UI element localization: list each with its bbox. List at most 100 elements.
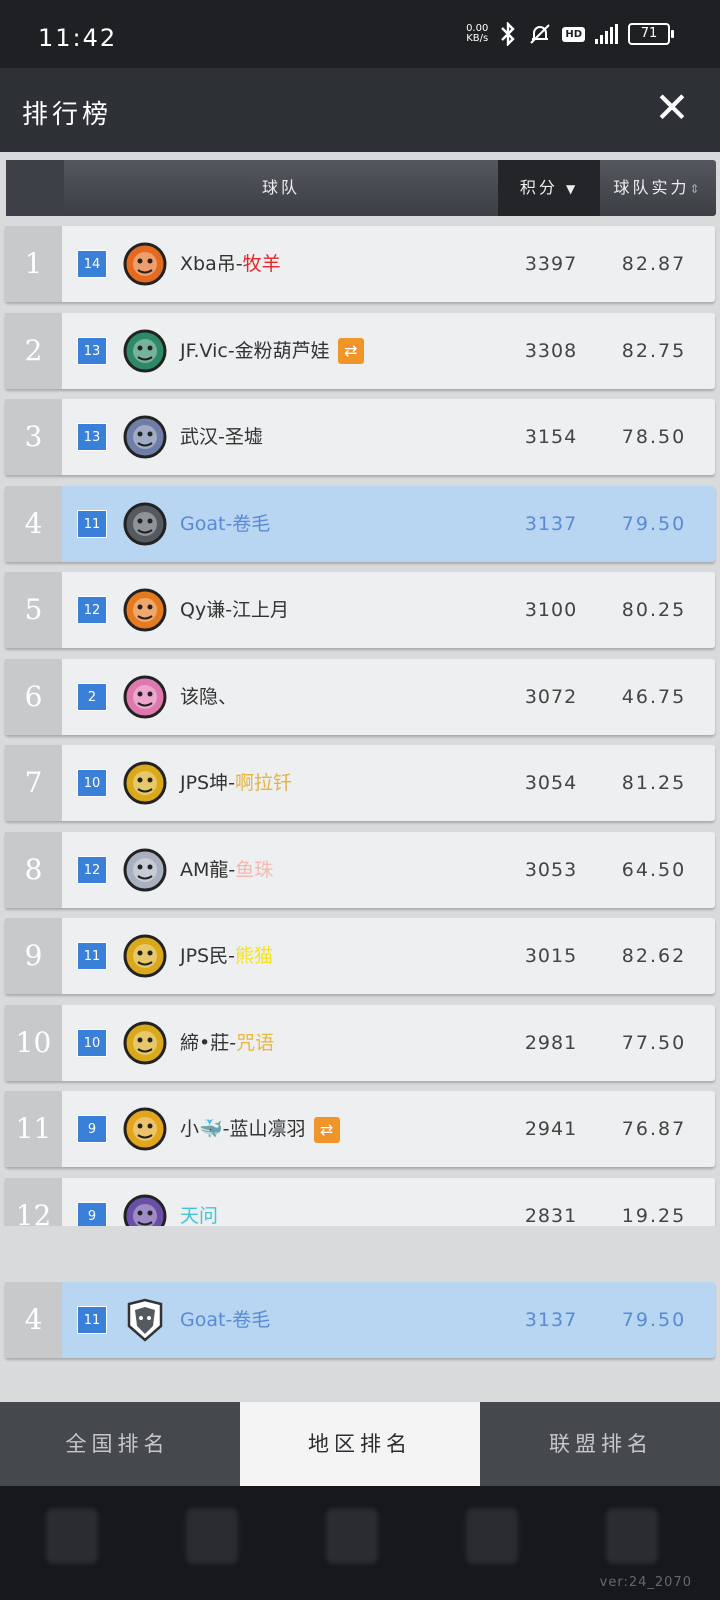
team-power: 78.50 xyxy=(621,426,687,448)
team-logo-icon xyxy=(123,675,167,718)
level-badge: 11 xyxy=(77,509,107,538)
rank-number: 7 xyxy=(5,745,62,821)
level-badge: 10 xyxy=(77,769,107,797)
team-name: Xba吊-牧羊 xyxy=(180,253,281,275)
table-row[interactable]: 10 10 締•莊-咒语 2981 77.50 xyxy=(5,1004,715,1081)
table-row[interactable]: 3 13 武汉-圣墟 3154 78.50 xyxy=(5,399,715,475)
tab-regional[interactable]: 地区排名 xyxy=(240,1402,480,1486)
team-power: 81.25 xyxy=(621,772,687,794)
team-score: 3054 xyxy=(524,772,578,794)
table-row[interactable]: 6 2 该隐、 3072 46.75 xyxy=(5,658,715,735)
team-logo-icon xyxy=(123,761,167,805)
team-score: 2941 xyxy=(524,1118,578,1140)
ranking-list[interactable]: 1 14 Xba吊-牧羊 3397 82.87 2 13 JF.Vic-金粉葫芦娃 ⇄ 3308 8… xyxy=(0,226,720,1226)
team-logo-icon xyxy=(123,242,167,286)
team-power: 46.75 xyxy=(621,685,687,708)
team-power: 77.50 xyxy=(621,1031,687,1054)
rank-number: 12 xyxy=(5,1177,62,1226)
power-column-header[interactable]: 球队实力⇕ xyxy=(600,160,716,216)
level-badge: 13 xyxy=(77,336,107,365)
rank-number: 6 xyxy=(5,658,62,735)
level-badge: 14 xyxy=(77,250,107,278)
nav-item-icon[interactable] xyxy=(46,1508,98,1564)
team-column-header: 球队 xyxy=(261,178,300,197)
clock: 11:42 xyxy=(38,24,118,52)
rank-number: 2 xyxy=(5,312,62,389)
rank-number: 8 xyxy=(5,831,62,908)
level-badge: 2 xyxy=(77,682,107,711)
version-label: ver:24_2070 xyxy=(599,1575,692,1590)
table-row[interactable]: 7 10 JPS坤-啊拉钎 3054 81.25 xyxy=(5,745,715,821)
team-logo-icon xyxy=(123,1194,167,1226)
team-power: 19.25 xyxy=(621,1204,687,1227)
rank-number: 11 xyxy=(5,1091,62,1167)
status-bar: 11:42 0.00 KB/s HD 71 xyxy=(0,0,720,68)
title-bar: 排行榜 ✕ xyxy=(0,68,720,152)
level-badge: 11 xyxy=(77,942,107,970)
leaderboard-panel: 球队 积分 ▼ 球队实力⇕ 1 14 Xba吊-牧羊 3397 82.87 2 13 JF.V… xyxy=(0,152,720,1402)
team-score: 3154 xyxy=(524,426,578,448)
tab-league[interactable]: 联盟排名 xyxy=(482,1402,720,1486)
level-badge: 12 xyxy=(77,855,107,884)
team-logo-icon xyxy=(123,848,167,891)
level-badge: 11 xyxy=(77,1306,107,1334)
table-header: 球队 积分 ▼ 球队实力⇕ xyxy=(6,160,716,216)
team-name: JPS坤-啊拉钎 xyxy=(180,772,292,794)
nav-item-icon[interactable] xyxy=(606,1508,658,1564)
team-name: JF.Vic-金粉葫芦娃 ⇄ xyxy=(180,337,364,365)
team-score: 3015 xyxy=(524,945,578,967)
level-badge: 10 xyxy=(77,1028,107,1057)
table-row[interactable]: 4 11 Goat-卷毛 3137 79.50 xyxy=(5,485,715,562)
rank-number: 4 xyxy=(5,1282,62,1358)
table-row[interactable]: 9 11 JPS民-熊猫 3015 82.62 xyxy=(5,918,715,994)
hd-icon: HD xyxy=(562,26,585,42)
team-name-suffix: 熊猫 xyxy=(234,945,273,967)
table-row[interactable]: 1 14 Xba吊-牧羊 3397 82.87 xyxy=(5,226,715,302)
team-score: 3308 xyxy=(524,339,578,362)
team-name: AM龍-鱼珠 xyxy=(180,858,274,881)
tab-national[interactable]: 全国排名 xyxy=(0,1402,235,1486)
table-row[interactable]: 5 12 Qy谦-江上月 3100 80.25 xyxy=(5,572,715,648)
level-badge: 9 xyxy=(77,1115,107,1143)
team-name: 締•莊-咒语 xyxy=(180,1031,275,1054)
team-name-suffix: 牧羊 xyxy=(242,253,281,275)
team-name-suffix: 啊拉钎 xyxy=(234,772,292,794)
team-logo-icon xyxy=(123,1107,167,1151)
nav-item-icon[interactable] xyxy=(326,1508,378,1564)
team-logo-icon xyxy=(123,1021,167,1064)
team-logo-icon xyxy=(127,1298,163,1342)
table-row[interactable]: 2 13 JF.Vic-金粉葫芦娃 ⇄ 3308 82.75 xyxy=(5,312,715,389)
bell-off-icon xyxy=(530,24,551,44)
my-team-row[interactable]: 4 11 Goat-卷毛 3137 79.50 xyxy=(5,1282,715,1358)
team-logo-icon xyxy=(123,934,167,978)
team-logo-icon xyxy=(123,415,167,459)
table-row[interactable]: 8 12 AM龍-鱼珠 3053 64.50 xyxy=(5,831,715,908)
bluetooth-icon xyxy=(501,22,516,46)
nav-item-icon[interactable] xyxy=(466,1508,518,1564)
swap-icon[interactable]: ⇄ xyxy=(337,338,364,364)
team-score: 3137 xyxy=(524,1309,578,1331)
team-name-suffix: 天问 xyxy=(180,1204,219,1227)
team-power: 79.50 xyxy=(621,512,687,535)
page-title: 排行榜 xyxy=(22,100,113,130)
score-column-header[interactable]: 积分 ▼ xyxy=(498,160,600,216)
team-power: 82.87 xyxy=(621,253,687,275)
team-score: 2831 xyxy=(524,1204,578,1227)
team-power: 79.50 xyxy=(621,1309,687,1331)
rank-number: 3 xyxy=(5,399,62,475)
close-icon[interactable]: ✕ xyxy=(650,86,694,130)
team-score: 3053 xyxy=(524,858,578,881)
team-score: 3137 xyxy=(524,512,578,535)
rank-number: 4 xyxy=(5,485,62,562)
team-power: 80.25 xyxy=(621,599,687,621)
swap-icon[interactable]: ⇄ xyxy=(313,1116,340,1143)
rank-number: 1 xyxy=(5,226,62,302)
table-row[interactable]: 12 9 天问 2831 19.25 xyxy=(5,1177,715,1227)
table-row[interactable]: 11 9 小🐳-蓝山凛羽 ⇄ 2941 76.87 xyxy=(5,1091,715,1167)
sort-icon: ⇕ xyxy=(689,182,703,196)
team-power: 82.75 xyxy=(621,339,687,362)
nav-item-icon[interactable] xyxy=(186,1508,238,1564)
team-score: 3072 xyxy=(524,685,578,708)
team-power: 64.50 xyxy=(621,858,687,881)
level-badge: 9 xyxy=(77,1201,107,1226)
